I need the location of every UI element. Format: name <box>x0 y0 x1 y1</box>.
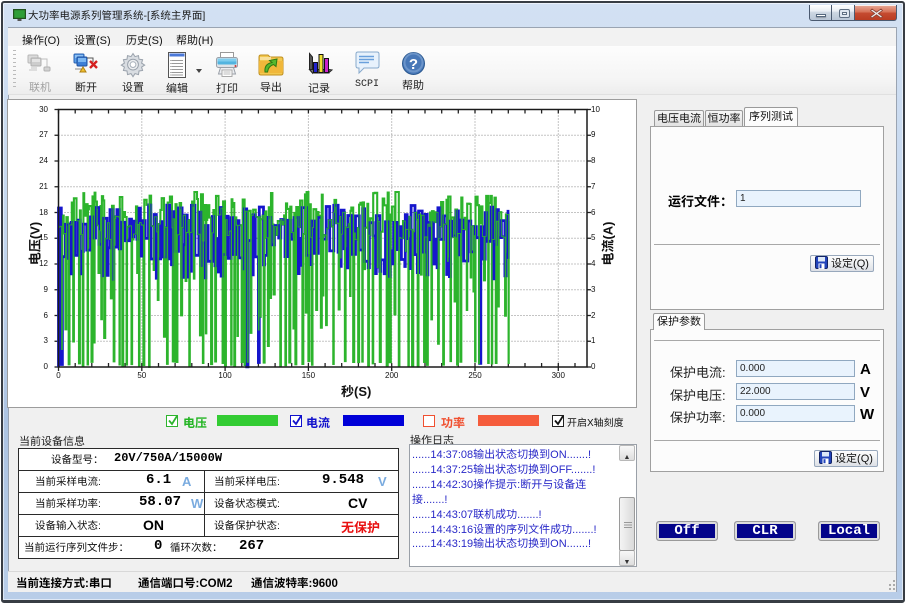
svg-text:?: ? <box>408 56 417 73</box>
